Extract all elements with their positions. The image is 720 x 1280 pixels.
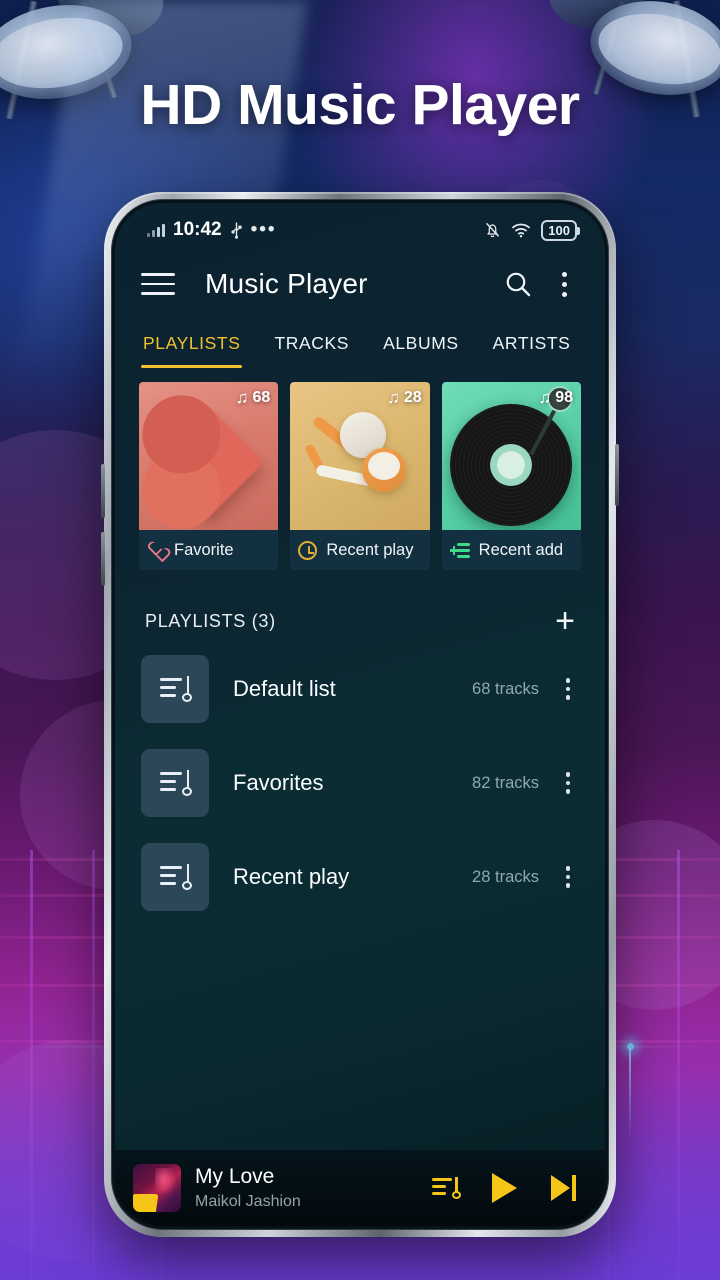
status-bar-clock: 10:42 [173, 219, 222, 240]
grid-line [92, 850, 95, 1280]
kebab-menu-icon[interactable] [557, 678, 579, 700]
now-playing-title: My Love [195, 1165, 275, 1189]
tab-tracks[interactable]: TRACKS [274, 323, 349, 368]
music-note-icon: ♫ [235, 388, 249, 407]
phone-mockup: 10:42 ••• 100 Music Player PLAYLISTS TRA… [101, 192, 619, 1237]
playlist-queue-icon[interactable] [432, 1177, 461, 1199]
paper-heart-graphic [153, 406, 264, 518]
list-item[interactable]: Default list 68 tracks [141, 652, 579, 726]
status-bar-left: 10:42 ••• [147, 219, 277, 241]
bell-off-icon [486, 222, 500, 238]
playlist-track-count: 82 tracks [472, 773, 539, 792]
card-label-row: Recent play [290, 530, 430, 570]
search-icon[interactable] [503, 269, 533, 299]
kebab-menu-icon[interactable] [557, 772, 579, 794]
music-note-icon: ♫ [387, 388, 400, 407]
card-artwork-earbuds: ♫ 28 [290, 382, 430, 530]
playlist-name: Default list [233, 676, 336, 701]
playlist-track-count: 28 tracks [472, 867, 539, 886]
playlist-list: Default list 68 tracks Favorites 82 trac… [115, 638, 605, 914]
grid-line [677, 850, 680, 1280]
usb-icon [231, 222, 242, 239]
power-button[interactable] [615, 444, 619, 506]
page-title: HD Music Player [140, 73, 580, 137]
mini-player-bar[interactable]: My Love Maikol Jashion [115, 1150, 605, 1226]
more-dots-icon: ••• [250, 219, 277, 240]
kebab-menu-icon[interactable] [551, 269, 577, 299]
card-label-text: Recent play [326, 540, 414, 559]
card-label-text: Favorite [174, 540, 234, 559]
playlist-name: Recent play [233, 864, 350, 889]
playlist-icon [141, 843, 209, 911]
card-artwork-vinyl: ♫ 98 [441, 382, 581, 530]
app-toolbar: Music Player [115, 251, 605, 317]
play-icon[interactable] [492, 1173, 517, 1203]
heart-outline-icon [147, 542, 165, 558]
card-count-value: 28 [403, 389, 422, 406]
playlist-name: Favorites [233, 770, 324, 795]
skip-next-icon[interactable] [551, 1174, 577, 1202]
wifi-icon [512, 223, 531, 238]
kebab-menu-icon[interactable] [557, 866, 579, 888]
card-count-value: 68 [252, 389, 271, 406]
volume-down-button[interactable] [101, 532, 105, 586]
card-track-count: ♫ 28 [387, 388, 422, 408]
light-stem [629, 1048, 631, 1140]
card-recent-play[interactable]: ♫ 28 Recent play [290, 382, 430, 570]
card-track-count: ♫ 98 [538, 388, 573, 408]
player-controls [432, 1173, 583, 1203]
card-label-text: Recent add [478, 540, 564, 559]
list-item[interactable]: Recent play 28 tracks [141, 840, 579, 914]
card-recent-add[interactable]: ♫ 98 Recent add [441, 382, 581, 570]
album-art-thumbnail [133, 1164, 181, 1212]
card-artwork-heart: ♫ 68 [139, 382, 279, 530]
add-playlist-button[interactable]: + [555, 604, 575, 638]
volume-up-button[interactable] [101, 464, 105, 518]
signal-bars-icon [147, 223, 165, 237]
card-track-count: ♫ 68 [236, 388, 271, 408]
card-label-row: Recent add [441, 530, 581, 570]
hamburger-menu-icon[interactable] [141, 266, 175, 302]
battery-indicator: 100 [541, 219, 580, 241]
list-item[interactable]: Favorites 82 tracks [141, 746, 579, 820]
section-title: PLAYLISTS (3) [145, 610, 276, 631]
tab-artists[interactable]: ARTISTS [493, 323, 571, 368]
app-title: Music Player [205, 268, 368, 299]
music-note-icon: ♫ [538, 388, 552, 407]
now-playing-meta: My Love Maikol Jashion [195, 1165, 418, 1210]
card-favorite[interactable]: ♫ 68 Favorite [139, 382, 279, 570]
tab-albums[interactable]: ALBUMS [383, 323, 459, 368]
card-label-row: Favorite [139, 530, 279, 570]
playlist-track-count: 68 tracks [472, 679, 539, 698]
playlist-icon [141, 655, 209, 723]
tab-bar: PLAYLISTS TRACKS ALBUMS ARTISTS [115, 323, 605, 368]
clock-icon [298, 540, 318, 560]
tab-playlists[interactable]: PLAYLISTS [140, 323, 243, 368]
status-bar: 10:42 ••• 100 [115, 203, 605, 251]
status-bar-right: 100 [484, 219, 580, 241]
add-to-playlist-icon [449, 542, 470, 558]
grid-line [30, 850, 33, 1280]
now-playing-artist: Maikol Jashion [195, 1192, 301, 1210]
card-count-value: 98 [555, 389, 573, 406]
quick-access-cards: ♫ 68 Favorite ♫ 28 Recent play ♫ 98 Rece… [115, 368, 605, 570]
playlist-icon [141, 749, 209, 817]
app-screen: 10:42 ••• 100 Music Player PLAYLISTS TRA… [115, 203, 605, 1226]
earbud [362, 448, 407, 492]
playlists-section-header: PLAYLISTS (3) + [115, 570, 605, 638]
phone-bezel: 10:42 ••• 100 Music Player PLAYLISTS TRA… [111, 199, 609, 1230]
